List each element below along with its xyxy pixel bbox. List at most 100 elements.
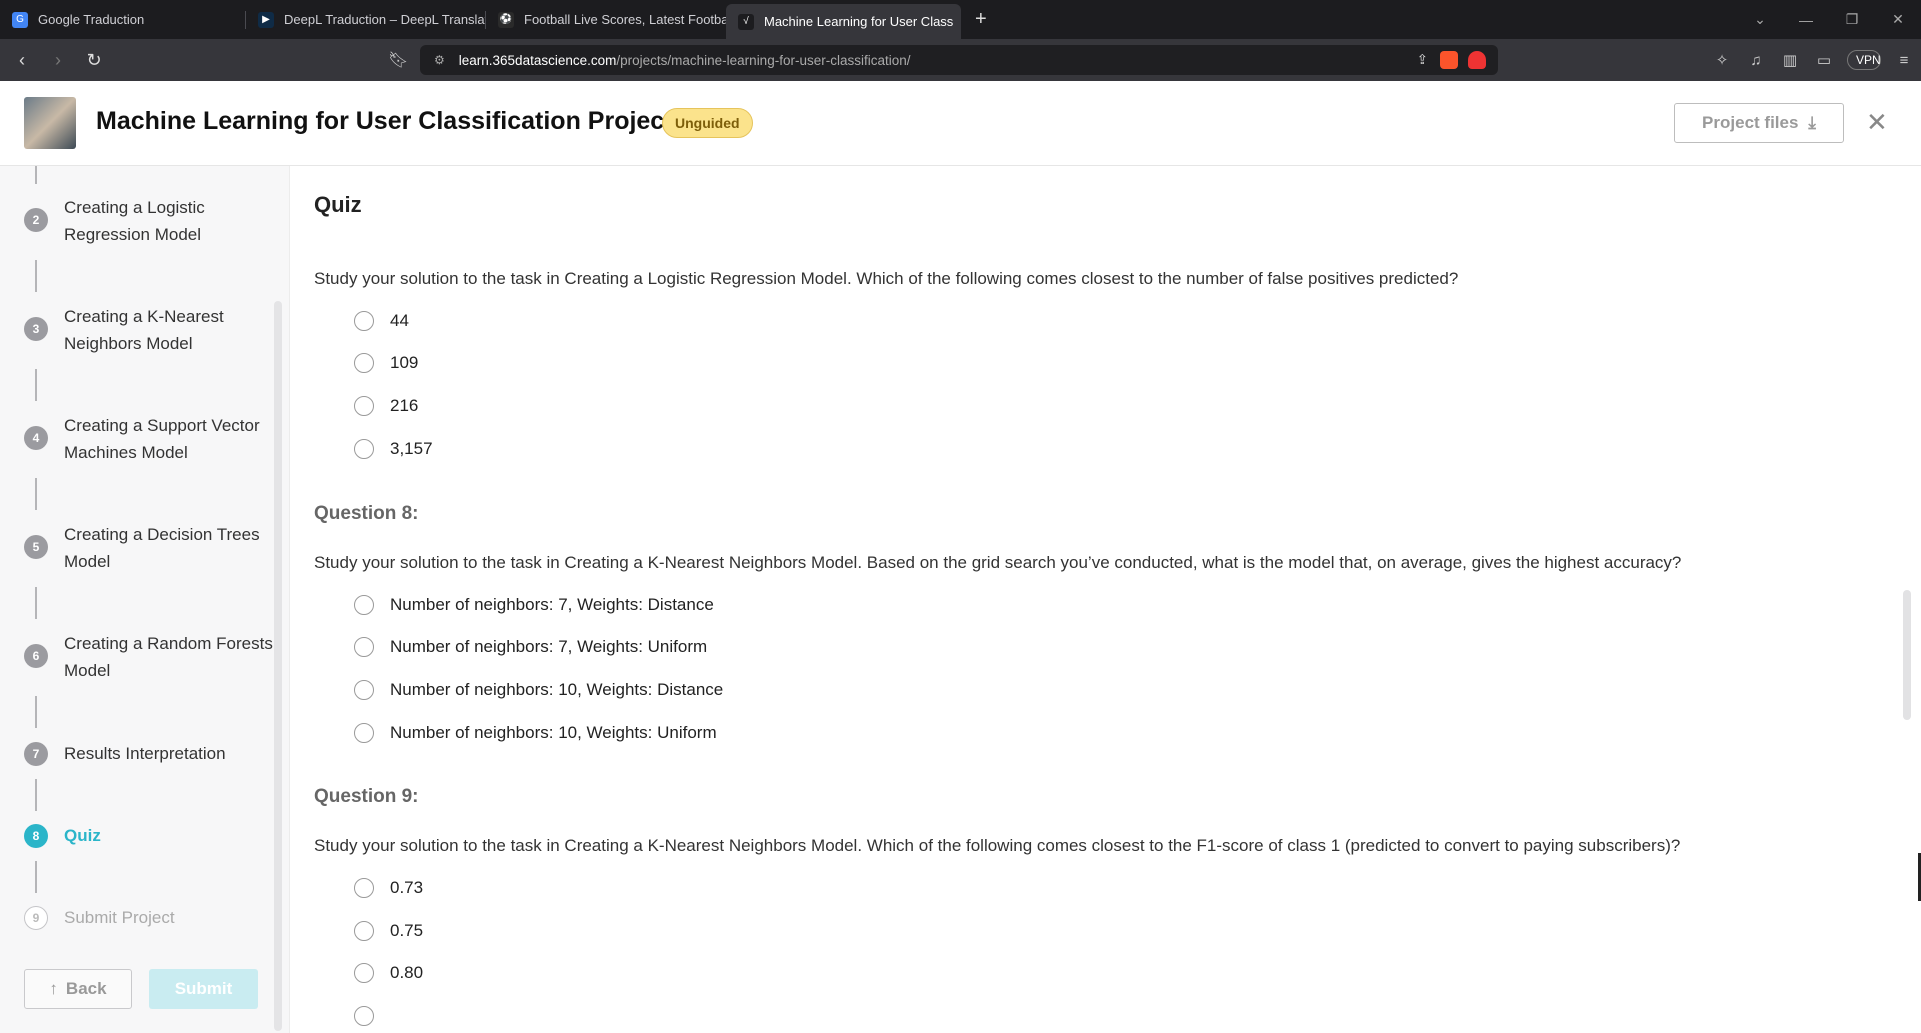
option-label: Number of neighbors: 7, Weights: Uniform xyxy=(390,637,708,656)
sidebar-item-label: Results Interpretation xyxy=(64,744,226,763)
minimize-icon[interactable]: — xyxy=(1783,12,1829,28)
site-info-icon[interactable]: ⚙ xyxy=(434,53,445,67)
radio-button[interactable] xyxy=(354,680,374,700)
radio-button[interactable] xyxy=(354,353,374,373)
option-label: 0.80 xyxy=(390,963,424,982)
step-number: 5 xyxy=(24,535,48,559)
restore-icon[interactable]: ❐ xyxy=(1829,11,1875,28)
365-datascience-icon: √ xyxy=(738,13,754,30)
sidebar-item-label: Creating a Support Vector Machines Model xyxy=(64,416,260,462)
forward-arrow-icon[interactable]: › xyxy=(44,50,72,71)
extensions-icon[interactable]: ✧ xyxy=(1705,51,1739,69)
option-label: Number of neighbors: 7, Weights: Distanc… xyxy=(390,595,714,614)
close-tab-icon[interactable]: ✕ xyxy=(953,13,961,30)
share-icon[interactable]: ⇪ xyxy=(1417,52,1428,68)
brave-rewards-icon[interactable] xyxy=(1468,51,1486,69)
download-icon: ⤓ xyxy=(1808,113,1816,132)
sidebar-item-label: Quiz xyxy=(64,826,101,845)
radio-button[interactable] xyxy=(354,311,374,331)
submit-button[interactable]: Submit xyxy=(149,969,258,1009)
step-number: 9 xyxy=(24,906,48,930)
radio-button[interactable] xyxy=(354,1006,374,1026)
tab-machine-learning[interactable]: √ Machine Learning for User Class ✕ xyxy=(726,4,961,39)
close-icon[interactable]: ✕ xyxy=(1866,107,1888,138)
back-label: Back xyxy=(65,979,107,998)
step-number: 3 xyxy=(24,317,48,341)
bookmark-icon[interactable]: 🔖︎ xyxy=(388,50,408,70)
answer-option[interactable]: 109 xyxy=(354,353,418,373)
sidebar-item-label: Creating a K-Nearest Neighbors Model xyxy=(64,307,224,353)
answer-option[interactable]: Number of neighbors: 10, Weights: Distan… xyxy=(354,680,723,700)
answer-option[interactable]: Number of neighbors: 7, Weights: Uniform xyxy=(354,637,707,657)
answer-option[interactable] xyxy=(354,1006,390,1026)
url-path: /projects/machine-learning-for-user-clas… xyxy=(616,52,911,68)
status-badge: Unguided xyxy=(662,108,753,138)
sidebar-toggle-icon[interactable]: ▥ xyxy=(1773,51,1807,69)
option-label: 0.73 xyxy=(390,878,424,897)
option-label: Number of neighbors: 10, Weights: Unifor… xyxy=(390,723,717,742)
tab-google-traduction[interactable]: G Google Traduction xyxy=(0,0,246,39)
sidebar-item-label: Creating a Random Forests Model xyxy=(64,634,273,680)
radio-button[interactable] xyxy=(354,723,374,743)
window-controls: ⌄ — ❐ ✕ xyxy=(1737,0,1921,39)
tab-title: Google Traduction xyxy=(38,12,145,27)
question-text: Study your solution to the task in Creat… xyxy=(314,269,1459,288)
radio-button[interactable] xyxy=(354,439,374,459)
sidebar-item-label: Creating a Decision Trees Model xyxy=(64,525,260,571)
radio-button[interactable] xyxy=(354,595,374,615)
radio-button[interactable] xyxy=(354,878,374,898)
window-close-icon[interactable]: ✕ xyxy=(1875,11,1921,28)
section-title: Quiz xyxy=(314,192,362,217)
answer-option[interactable]: 44 xyxy=(354,311,409,331)
tab-football[interactable]: ⚽ Football Live Scores, Latest Football xyxy=(486,0,726,39)
menu-icon[interactable]: ≡ xyxy=(1887,52,1921,69)
url-field[interactable]: ⚙ learn.365datascience.com/projects/mach… xyxy=(420,45,1498,75)
wallet-icon[interactable]: ▭ xyxy=(1807,51,1841,69)
answer-option[interactable]: 3,157 xyxy=(354,439,433,459)
option-label: 0.75 xyxy=(390,921,424,940)
answer-option[interactable]: 0.73 xyxy=(354,878,423,898)
tab-title: Football Live Scores, Latest Football xyxy=(524,12,726,27)
question-heading: Question 8: xyxy=(314,503,419,524)
option-label: Number of neighbors: 10, Weights: Distan… xyxy=(390,680,724,699)
question-heading: Question 9: xyxy=(314,786,419,807)
option-label: 216 xyxy=(390,396,419,415)
browser-toolbar-right: ✧ ♫ ▥ ▭ VPN ≡ xyxy=(1705,39,1921,81)
tab-search-icon[interactable]: ⌄ xyxy=(1737,11,1783,28)
answer-option[interactable]: 0.80 xyxy=(354,963,423,983)
new-tab-icon[interactable]: + xyxy=(975,8,987,31)
deepl-icon: ▶ xyxy=(258,11,274,28)
option-label: 3,157 xyxy=(390,439,433,458)
vpn-button[interactable]: VPN xyxy=(1847,50,1881,70)
google-translate-icon: G xyxy=(12,11,28,28)
radio-button[interactable] xyxy=(354,921,374,941)
radio-button[interactable] xyxy=(354,637,374,657)
step-number: 7 xyxy=(24,742,48,766)
back-arrow-icon[interactable]: ‹ xyxy=(8,50,36,71)
browser-tab-bar: G Google Traduction ▶ DeepL Traduction –… xyxy=(0,0,1921,39)
sidebar-item-label: Submit Project xyxy=(64,908,175,927)
brave-shields-icon[interactable] xyxy=(1440,51,1458,69)
tab-deepl[interactable]: ▶ DeepL Traduction – DeepL Translate xyxy=(246,0,486,39)
media-icon[interactable]: ♫ xyxy=(1739,52,1773,69)
project-files-button[interactable]: Project files ⤓ xyxy=(1674,103,1844,143)
main-scrollbar[interactable] xyxy=(1903,590,1911,720)
reload-icon[interactable]: ↻ xyxy=(80,50,108,71)
arrow-up-icon: ↑ xyxy=(49,979,58,998)
quiz-content: Quiz Study your solution to the task in … xyxy=(291,166,1903,1033)
sidebar-scrollbar[interactable] xyxy=(274,301,282,1031)
step-number: 4 xyxy=(24,426,48,450)
question-text: Study your solution to the task in Creat… xyxy=(314,836,1681,855)
answer-option[interactable]: 216 xyxy=(354,396,418,416)
football-site-icon: ⚽ xyxy=(498,11,514,28)
radio-button[interactable] xyxy=(354,396,374,416)
answer-option[interactable]: 0.75 xyxy=(354,921,423,941)
back-button[interactable]: ↑ Back xyxy=(24,969,132,1009)
sidebar-item-label: Creating a Logistic Regression Model xyxy=(64,198,205,244)
project-header: Machine Learning for User Classification… xyxy=(0,81,1921,166)
answer-option[interactable]: Number of neighbors: 7, Weights: Distanc… xyxy=(354,595,714,615)
step-number: 2 xyxy=(24,208,48,232)
radio-button[interactable] xyxy=(354,963,374,983)
answer-option[interactable]: Number of neighbors: 10, Weights: Unifor… xyxy=(354,723,717,743)
option-label: 44 xyxy=(390,311,409,330)
